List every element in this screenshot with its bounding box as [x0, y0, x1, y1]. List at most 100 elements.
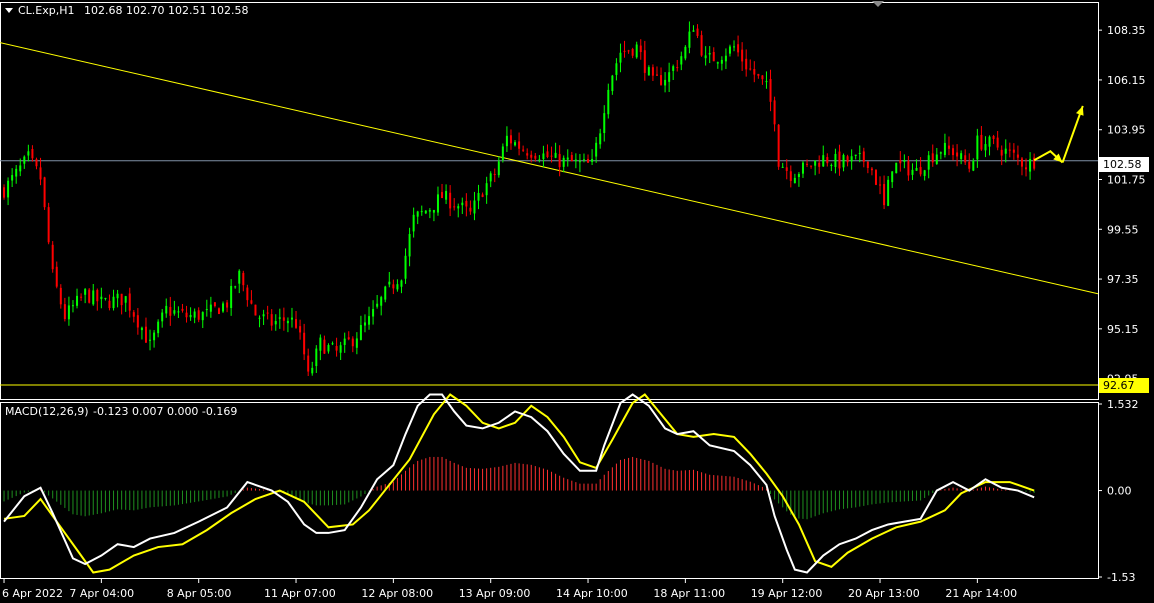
candle-body — [7, 180, 10, 198]
candle-body — [250, 300, 253, 304]
candle-body — [234, 286, 237, 288]
candle-body — [63, 304, 66, 320]
candle-body — [477, 192, 480, 201]
candle-body — [996, 137, 999, 148]
candle-body — [327, 345, 330, 352]
candle-body — [222, 303, 225, 312]
candle-body — [838, 151, 841, 169]
candle-body — [708, 53, 711, 55]
time-axis-tick-label: 12 Apr 08:00 — [361, 587, 433, 600]
candle-body — [753, 69, 756, 75]
candle-body — [870, 168, 873, 171]
candle-body — [728, 46, 731, 54]
candle-body — [43, 177, 46, 208]
candle-body — [416, 211, 419, 217]
candle-body — [315, 348, 318, 367]
candle-body — [209, 304, 212, 312]
candle-body — [716, 62, 719, 64]
candle-body — [947, 145, 950, 149]
candle-body — [84, 289, 87, 295]
candle-body — [27, 151, 30, 156]
candle-body — [501, 146, 504, 160]
candle-body — [132, 312, 135, 317]
candle-body — [392, 284, 395, 289]
candle-body — [282, 317, 285, 321]
candle-body — [765, 81, 768, 83]
time-axis-tick-label: 18 Apr 11:00 — [653, 587, 725, 600]
candle-body — [814, 160, 817, 166]
candle-body — [76, 295, 79, 306]
candle-body — [984, 144, 987, 151]
candle-body — [351, 338, 354, 347]
candle-body — [903, 160, 906, 162]
candle-body — [834, 153, 837, 167]
candle-body — [862, 151, 865, 162]
candle-body — [299, 326, 302, 333]
candle-body — [887, 179, 890, 206]
candle-body — [526, 153, 529, 156]
candle-body — [424, 210, 427, 214]
candle-body — [647, 67, 650, 76]
candle-body — [140, 327, 143, 331]
macd-axis-tick-label: 1.532 — [1107, 398, 1139, 411]
candle-body — [23, 156, 26, 164]
time-axis-tick-label: 19 Apr 12:00 — [751, 587, 823, 600]
candle-body — [449, 192, 452, 209]
candle-body — [919, 167, 922, 175]
candle-body — [307, 355, 310, 372]
candle-body — [789, 171, 792, 181]
candle-body — [55, 266, 58, 287]
time-axis-tick-label: 11 Apr 07:00 — [264, 587, 336, 600]
candle-body — [672, 66, 675, 71]
candle-body — [619, 52, 622, 63]
candle-body — [185, 312, 188, 318]
candle-body — [1008, 149, 1011, 151]
candle-body — [469, 207, 472, 212]
candle-body — [538, 159, 541, 161]
candle-body — [368, 316, 371, 325]
candle-body — [347, 337, 350, 340]
candle-body — [781, 166, 784, 168]
candle-body — [566, 157, 569, 160]
candle-body — [842, 155, 845, 168]
candle-body — [935, 154, 938, 164]
candle-body — [684, 46, 687, 59]
macd-axis-tick-label: -1.53 — [1107, 571, 1135, 584]
candle-body — [31, 148, 34, 159]
candle-body — [177, 311, 180, 313]
candle-body — [668, 72, 671, 82]
candle-body — [319, 337, 322, 351]
candle-body — [801, 162, 804, 174]
time-axis-tick-label: 8 Apr 05:00 — [167, 587, 232, 600]
candle-body — [230, 285, 233, 308]
candle-body — [201, 312, 204, 321]
candle-body — [473, 200, 476, 214]
candle-body — [943, 142, 946, 155]
candle-body — [465, 200, 468, 207]
candle-body — [883, 184, 886, 206]
candle-body — [810, 165, 813, 167]
candle-body — [205, 309, 208, 311]
candle-body — [806, 163, 809, 165]
candle-body — [761, 75, 764, 80]
candle-body — [688, 31, 691, 48]
candle-body — [149, 339, 152, 341]
price-axis-tick-label: 103.95 — [1107, 124, 1146, 137]
candle-body — [136, 315, 139, 328]
time-axis-tick-label: 21 Apr 14:00 — [945, 587, 1017, 600]
candle-body — [639, 45, 642, 53]
candle-body — [952, 148, 955, 156]
candle-body — [704, 55, 707, 59]
candle-body — [797, 173, 800, 177]
candle-body — [854, 154, 857, 157]
candle-body — [757, 73, 760, 76]
candle-body — [420, 211, 423, 213]
candle-body — [915, 167, 918, 171]
candle-body — [39, 167, 42, 180]
candle-body — [246, 287, 249, 301]
candle-body — [445, 190, 448, 200]
candle-body — [303, 332, 306, 355]
candle-body — [956, 152, 959, 157]
candle-body — [396, 284, 399, 290]
candle-body — [339, 345, 342, 353]
